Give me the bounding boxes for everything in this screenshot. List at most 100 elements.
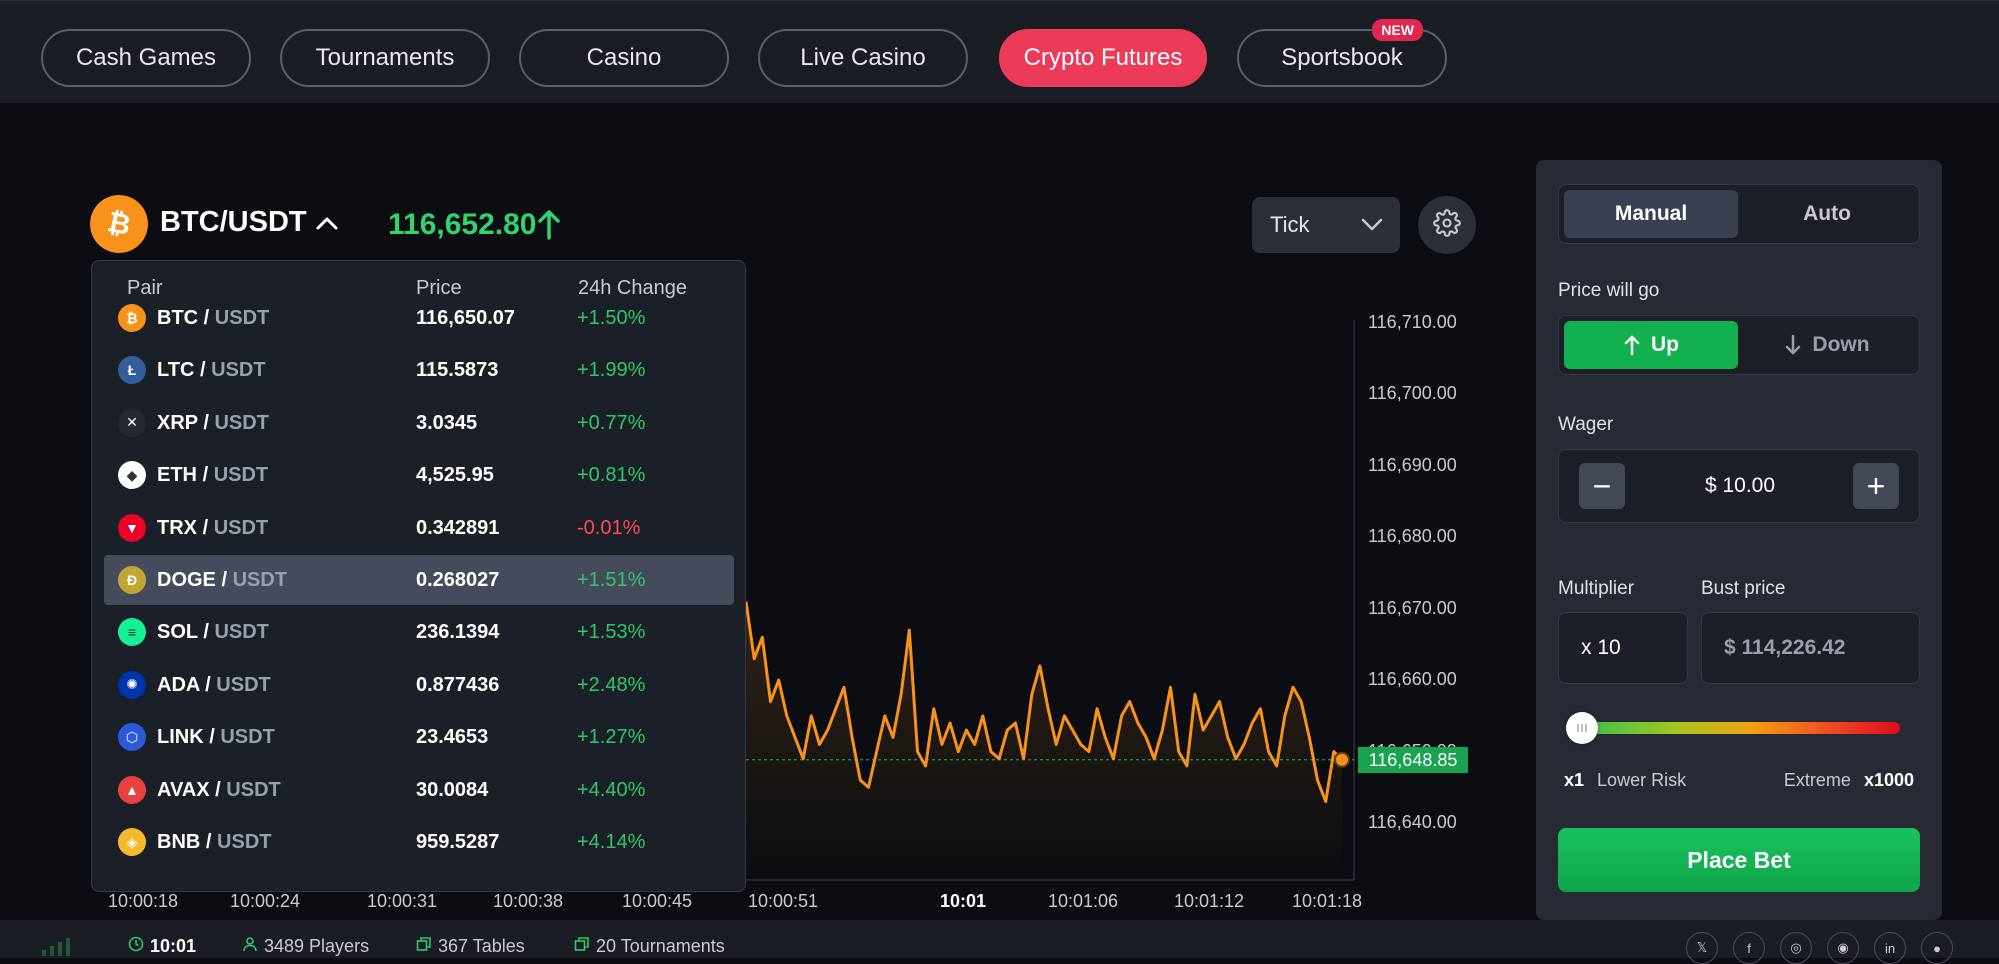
pair-change: +1.53% xyxy=(577,621,646,644)
risk-slider-handle[interactable] xyxy=(1566,712,1598,744)
place-bet-button[interactable]: Place Bet xyxy=(1558,828,1920,892)
tab-tournaments[interactable]: Tournaments xyxy=(280,29,490,87)
pair-row-btc[interactable]: ₿ BTC / USDT 116,650.07 +1.50% xyxy=(104,293,734,343)
reddit-icon[interactable]: ● xyxy=(1921,932,1953,964)
pair-row-sol[interactable]: ≡ SOL / USDT 236.1394 +1.53% xyxy=(104,607,734,657)
current-price: 116,652.80 xyxy=(388,208,537,242)
pair-base: ETH xyxy=(157,464,197,487)
footer-tables-value: 367 Tables xyxy=(438,936,525,956)
x-icon[interactable]: 𝕏 xyxy=(1686,932,1718,964)
y-tick-label: 116,640.00 xyxy=(1368,812,1457,832)
price-area-fill xyxy=(746,601,1342,880)
pair-dropdown: Pair Price 24h Change ₿ BTC / USDT 116,650… xyxy=(91,260,746,892)
pair-name: LINK / USDT xyxy=(157,726,275,749)
pair-price: 4,525.95 xyxy=(416,464,494,487)
pair-row-trx[interactable]: ▼ TRX / USDT 0.342891 -0.01% xyxy=(104,503,734,553)
pair-change: +1.99% xyxy=(577,359,646,382)
instagram-icon[interactable]: ◎ xyxy=(1780,932,1812,964)
pair-price: 236.1394 xyxy=(416,621,500,644)
pair-price: 23.4653 xyxy=(416,726,489,749)
tab-label: Cash Games xyxy=(75,44,217,71)
tab-casino[interactable]: Casino xyxy=(519,29,729,87)
pair-separator: / xyxy=(209,726,215,749)
pair-name: DOGE / USDT xyxy=(157,569,287,592)
wager-input[interactable]: − $ 10.00 + xyxy=(1558,449,1920,523)
pair-row-xrp[interactable]: ✕ XRP / USDT 3.0345 +0.77% xyxy=(104,398,734,448)
pair-row-bnb[interactable]: ◈ BNB / USDT 959.5287 +4.14% xyxy=(104,817,734,867)
footer-players: 3489 Players xyxy=(242,936,369,957)
avalanche-icon: ▲ xyxy=(118,775,146,804)
linkedin-icon[interactable]: in xyxy=(1874,932,1906,964)
pair-separator: / xyxy=(202,516,209,539)
bust-price-value: $ 114,226.42 xyxy=(1724,636,1846,659)
y-tick-label: 116,710.00 xyxy=(1368,312,1457,332)
pair-change: +4.40% xyxy=(577,778,646,801)
up-button[interactable]: Up xyxy=(1564,321,1738,369)
tab-label: Live Casino xyxy=(800,44,926,71)
pair-name: ADA / USDT xyxy=(157,674,271,697)
pair-base: TRX xyxy=(157,516,197,539)
direction-toggle: Up Down xyxy=(1558,315,1920,375)
chart-type-select[interactable]: Tick xyxy=(1252,197,1400,253)
tab-label: Casino xyxy=(586,44,662,71)
new-badge: NEW xyxy=(1372,19,1423,41)
pair-name: BNB / USDT xyxy=(157,831,271,854)
pair-base: BNB xyxy=(157,831,201,853)
pair-row-avax[interactable]: ▲ AVAX / USDT 30.0084 +4.40% xyxy=(104,765,734,815)
chevron-up-icon[interactable] xyxy=(314,212,340,239)
footer-tables: 367 Tables xyxy=(416,936,525,957)
current-price-tag-value: 116,648.85 xyxy=(1368,749,1458,770)
bitcoin-icon: ₿ xyxy=(118,304,146,332)
pair-row-link[interactable]: ⬡ LINK / USDT 23.4653 +1.27% xyxy=(104,712,734,762)
tab-crypto-futures[interactable]: Crypto Futures xyxy=(999,29,1207,87)
solana-icon: ≡ xyxy=(118,618,146,647)
tab-live-casino[interactable]: Live Casino xyxy=(758,29,968,87)
arrow-up-icon xyxy=(1623,334,1641,356)
risk-max-multiplier: x1000 xyxy=(1863,770,1914,790)
pair-quote: USDT xyxy=(220,726,275,749)
down-button[interactable]: Down xyxy=(1740,321,1914,369)
tab-label: Tournaments xyxy=(315,44,455,71)
pair-row-ltc[interactable]: Ł LTC / USDT 115.5873 +1.99% xyxy=(104,345,734,395)
pair-price: 0.268027 xyxy=(416,569,500,591)
pair-quote: USDT xyxy=(226,778,281,801)
tab-sportsbook[interactable]: Sportsbook NEW xyxy=(1237,19,1447,87)
footer-tournaments-value: 20 Tournaments xyxy=(596,936,725,956)
wager-label: Wager xyxy=(1558,414,1614,435)
pair-row-eth[interactable]: ◆ ETH / USDT 4,525.95 +0.81% xyxy=(104,450,734,500)
risk-max-label: Extreme xyxy=(1783,770,1851,790)
y-tick-label: 116,660.00 xyxy=(1368,669,1457,690)
pair-quote: USDT xyxy=(214,621,269,644)
pair-separator: / xyxy=(221,569,228,591)
x-tick-label: 10:00:24 xyxy=(230,891,301,911)
pair-base: SOL xyxy=(157,621,198,644)
tab-cash-games[interactable]: Cash Games xyxy=(41,29,251,87)
svg-text:₿: ₿ xyxy=(105,207,134,241)
pair-base: XRP xyxy=(157,411,198,434)
xrp-icon: ✕ xyxy=(118,408,146,437)
pair-selector[interactable]: BTC/USDT xyxy=(160,206,307,239)
tab-manual[interactable]: Manual xyxy=(1564,190,1738,238)
dogecoin-icon: Ð xyxy=(118,566,146,594)
pair-row-doge[interactable]: Ð DOGE / USDT 0.268027 +1.51% xyxy=(104,555,734,605)
multiplier-input[interactable]: x 10 xyxy=(1558,612,1688,684)
chart-settings-button[interactable] xyxy=(1418,196,1476,254)
y-tick-label: 116,690.00 xyxy=(1368,454,1457,475)
risk-slider-track[interactable] xyxy=(1582,722,1900,734)
tron-icon: ▼ xyxy=(118,513,146,542)
signal-icon xyxy=(40,936,80,961)
pair-row-ada[interactable]: ✺ ADA / USDT 0.877436 +2.48% xyxy=(104,660,734,710)
increase-wager-button[interactable]: + xyxy=(1853,463,1899,509)
place-bet-label: Place Bet xyxy=(1687,846,1791,873)
pair-change: -0.01% xyxy=(577,516,641,539)
discord-icon[interactable]: ◉ xyxy=(1827,932,1859,964)
tab-label: Sportsbook xyxy=(1281,44,1403,71)
pair-change: +1.51% xyxy=(577,569,646,591)
risk-min: x1 Lower Risk xyxy=(1564,770,1686,791)
facebook-icon[interactable]: f xyxy=(1733,932,1765,964)
user-icon xyxy=(242,936,258,957)
pair-change: +1.50% xyxy=(577,307,646,329)
current-price-value: 116,652.80 xyxy=(388,208,537,241)
tab-auto[interactable]: Auto xyxy=(1740,190,1914,238)
tables-icon xyxy=(416,936,432,957)
